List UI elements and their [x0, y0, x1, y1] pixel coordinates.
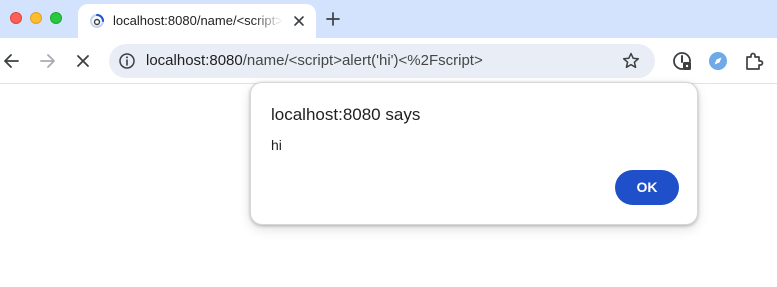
info-icon[interactable] — [118, 52, 136, 70]
ok-button[interactable]: OK — [615, 170, 679, 205]
close-icon[interactable] — [71, 49, 95, 73]
plus-icon[interactable] — [323, 9, 343, 29]
browser-toolbar: localhost:8080/name/<script>alert('hi')<… — [0, 38, 777, 84]
close-window-button[interactable] — [10, 12, 22, 24]
password-manager-icon[interactable] — [670, 49, 694, 73]
maximize-window-button[interactable] — [50, 12, 62, 24]
arrow-right-icon[interactable] — [35, 49, 59, 73]
minimize-window-button[interactable] — [30, 12, 42, 24]
compass-extension-icon[interactable] — [706, 49, 730, 73]
tab-strip: localhost:8080/name/<script> — [0, 0, 777, 38]
star-icon[interactable] — [621, 51, 641, 71]
dialog-message: hi — [271, 137, 282, 153]
address-bar[interactable]: localhost:8080/name/<script>alert('hi')<… — [109, 44, 655, 78]
loading-spinner-icon — [90, 14, 104, 28]
arrow-left-icon[interactable] — [0, 49, 24, 73]
alert-dialog: localhost:8080 says hi OK — [250, 82, 698, 225]
close-icon[interactable] — [290, 12, 308, 30]
url-text[interactable]: localhost:8080/name/<script>alert('hi')<… — [146, 52, 483, 70]
url-path: /name/<script>alert('hi')<%2Fscript> — [242, 52, 483, 69]
puzzle-icon[interactable] — [742, 49, 766, 73]
url-host: localhost:8080 — [146, 52, 243, 69]
dialog-title: localhost:8080 says — [271, 105, 421, 124]
tab-active[interactable]: localhost:8080/name/<script> — [78, 4, 316, 38]
tab-title: localhost:8080/name/<script> — [113, 13, 283, 28]
